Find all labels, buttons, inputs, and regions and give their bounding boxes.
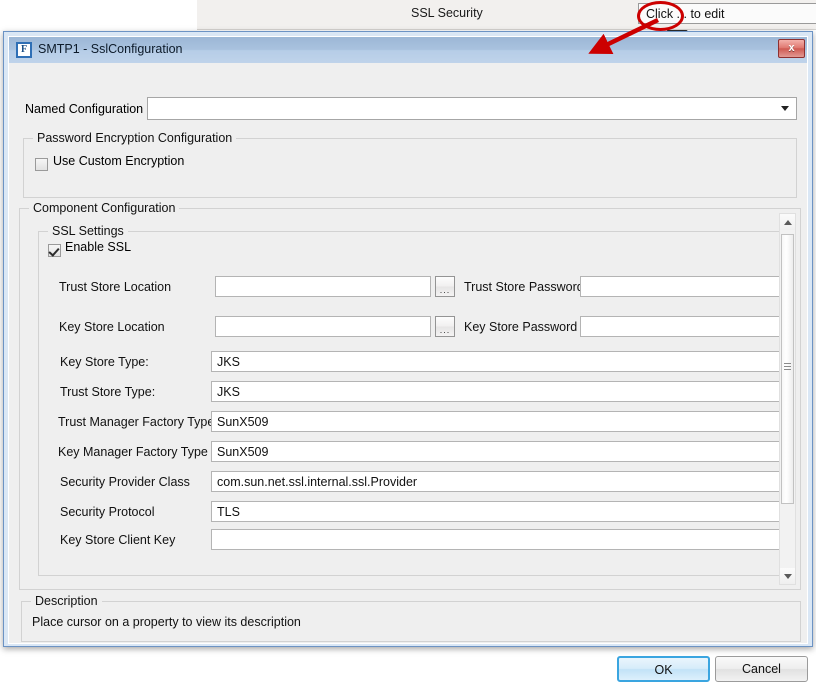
security-protocol-input[interactable]: TLS bbox=[211, 501, 780, 522]
use-custom-encryption-label: Use Custom Encryption bbox=[53, 154, 185, 168]
trust-store-type-value: JKS bbox=[217, 385, 240, 399]
dialog-body: Named Configuration Password Encryption … bbox=[8, 63, 808, 682]
password-encryption-group: Password Encryption Configuration Use Cu… bbox=[23, 131, 797, 198]
security-protocol-label: Security Protocol bbox=[60, 505, 155, 519]
trust-store-location-label: Trust Store Location bbox=[59, 280, 172, 294]
chevron-down-icon[interactable] bbox=[781, 106, 789, 111]
key-manager-factory-type-value: SunX509 bbox=[217, 445, 269, 459]
key-store-password-label: Key Store Password bbox=[464, 320, 578, 334]
cancel-button[interactable]: Cancel bbox=[715, 656, 808, 682]
close-icon[interactable]: x bbox=[778, 39, 805, 58]
named-configuration-label: Named Configuration bbox=[25, 102, 144, 116]
trust-store-password-label: Trust Store Password bbox=[464, 280, 584, 294]
description-group-title: Description bbox=[31, 594, 102, 608]
trust-manager-factory-type-label: Trust Manager Factory Type bbox=[58, 415, 215, 429]
security-provider-class-value: com.sun.net.ssl.internal.ssl.Provider bbox=[217, 475, 418, 489]
use-custom-encryption-checkbox[interactable] bbox=[35, 158, 48, 171]
ssl-settings-group: SSL Settings Enable SSL Trust Store Loca… bbox=[38, 224, 786, 576]
key-store-password-input[interactable] bbox=[580, 316, 780, 337]
trust-store-location-input[interactable] bbox=[215, 276, 431, 297]
trust-manager-factory-type-input[interactable]: SunX509 bbox=[211, 411, 780, 432]
trust-store-type-label: Trust Store Type: bbox=[60, 385, 156, 399]
component-configuration-scrollbar[interactable] bbox=[779, 213, 796, 585]
key-store-type-label: Key Store Type: bbox=[60, 355, 149, 369]
key-manager-factory-type-input[interactable]: SunX509 bbox=[211, 441, 780, 462]
description-text: Place cursor on a property to view its d… bbox=[32, 615, 301, 629]
key-store-location-browse-button[interactable]: ... bbox=[435, 316, 455, 337]
ssl-settings-group-title: SSL Settings bbox=[48, 224, 128, 238]
dialog-title: SMTP1 - SslConfiguration bbox=[38, 42, 183, 56]
trust-store-password-input[interactable] bbox=[580, 276, 780, 297]
key-store-client-key-label: Key Store Client Key bbox=[60, 533, 176, 547]
component-configuration-group-title: Component Configuration bbox=[29, 201, 180, 215]
key-store-client-key-input[interactable] bbox=[211, 529, 780, 550]
security-protocol-value: TLS bbox=[217, 505, 240, 519]
application-icon: F bbox=[16, 42, 32, 58]
annotation-highlight-ellipse bbox=[637, 1, 684, 31]
key-store-type-input[interactable]: JKS bbox=[211, 351, 780, 372]
key-manager-factory-type-label: Key Manager Factory Type bbox=[58, 445, 208, 459]
security-provider-class-input[interactable]: com.sun.net.ssl.internal.ssl.Provider bbox=[211, 471, 780, 492]
property-label-ssl-security: SSL Security bbox=[411, 6, 483, 20]
background-application-strip: SSL Security Click ... to edit ... bbox=[0, 0, 816, 34]
password-encryption-group-title: Password Encryption Configuration bbox=[33, 131, 237, 145]
scrollbar-thumb[interactable] bbox=[781, 234, 794, 504]
property-row-ssl-security: SSL Security Click ... to edit ... bbox=[197, 0, 816, 30]
security-provider-class-label: Security Provider Class bbox=[60, 475, 190, 489]
trust-store-location-browse-button[interactable]: ... bbox=[435, 276, 455, 297]
key-store-location-label: Key Store Location bbox=[59, 320, 165, 334]
description-group: Description Place cursor on a property t… bbox=[21, 594, 801, 642]
key-store-location-input[interactable] bbox=[215, 316, 431, 337]
scroll-up-icon[interactable] bbox=[780, 214, 795, 230]
named-configuration-combobox[interactable] bbox=[147, 97, 797, 120]
trust-store-type-input[interactable]: JKS bbox=[211, 381, 780, 402]
scrollbar-grip-icon bbox=[784, 363, 791, 370]
key-store-type-value: JKS bbox=[217, 355, 240, 369]
component-configuration-group: Component Configuration SSL Settings Ena… bbox=[19, 201, 801, 590]
ok-button[interactable]: OK bbox=[617, 656, 710, 682]
enable-ssl-checkbox[interactable] bbox=[48, 244, 61, 257]
trust-manager-factory-type-value: SunX509 bbox=[217, 415, 269, 429]
ssl-configuration-dialog: F SMTP1 - SslConfiguration x Named Confi… bbox=[3, 31, 813, 682]
scroll-down-icon[interactable] bbox=[780, 568, 795, 584]
enable-ssl-label: Enable SSL bbox=[65, 240, 132, 254]
dialog-titlebar[interactable]: F SMTP1 - SslConfiguration x bbox=[8, 36, 808, 63]
